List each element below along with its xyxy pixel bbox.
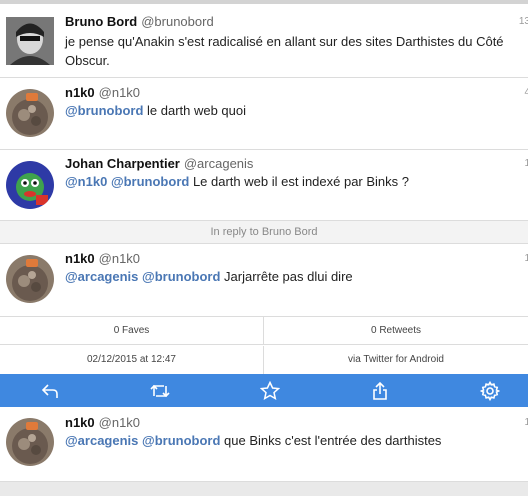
author-name[interactable]: n1k0: [65, 85, 95, 100]
avatar[interactable]: [6, 255, 54, 303]
star-icon[interactable]: [250, 374, 290, 407]
tweet-time: 1: [524, 417, 528, 428]
tweet-text: que Binks c'est l'entrée des darthistes: [220, 433, 442, 448]
avatar[interactable]: [6, 418, 54, 466]
mention-link[interactable]: @arcagenis: [65, 269, 138, 284]
tweet-source: via Twitter for Android: [348, 354, 444, 365]
tweet-item[interactable]: n1k0 @n1k0 1 @arcagenis @brunobord que Bi…: [0, 407, 528, 482]
author-handle[interactable]: @brunobord: [141, 14, 213, 29]
author-name[interactable]: Johan Charpentier: [65, 156, 180, 171]
tweet-text: Le darth web il est indexé par Binks ?: [189, 174, 410, 189]
mention-link[interactable]: @brunobord: [65, 103, 143, 118]
mention-link[interactable]: @brunobord: [142, 433, 220, 448]
tweet-details: 0 Faves 0 Retweets 02/12/2015 at 12:47 v…: [0, 316, 528, 375]
mention-link[interactable]: @brunobord: [142, 269, 220, 284]
avatar[interactable]: [6, 17, 54, 65]
mention-link[interactable]: @n1k0: [65, 174, 107, 189]
tweet-time: 1: [524, 158, 528, 169]
settings-icon[interactable]: [470, 374, 510, 407]
reply-context[interactable]: In reply to Bruno Bord: [0, 220, 528, 244]
tweet-text: le darth web quoi: [143, 103, 247, 118]
tweet-time: 1: [524, 253, 528, 264]
tweet-text: Jarjarrête pas dlui dire: [220, 269, 353, 284]
retweets-count[interactable]: 0 Retweets: [264, 317, 528, 345]
mention-link[interactable]: @brunobord: [111, 174, 189, 189]
avatar[interactable]: [6, 89, 54, 137]
author-name[interactable]: n1k0: [65, 415, 95, 430]
tweet-item[interactable]: n1k0 @n1k0 4 @brunobord le darth web quoi: [0, 78, 528, 150]
tweet-item-focused[interactable]: n1k0 @n1k0 1 @arcagenis @brunobord Jarjar…: [0, 244, 528, 316]
faves-count[interactable]: 0 Faves: [0, 317, 264, 345]
author-name[interactable]: Bruno Bord: [65, 14, 137, 29]
author-handle[interactable]: @arcagenis: [184, 156, 254, 171]
share-icon[interactable]: [360, 374, 400, 407]
avatar[interactable]: [6, 161, 54, 209]
tweet-time: 4: [524, 87, 528, 98]
tweet-date: 02/12/2015 at 12:47: [0, 346, 264, 374]
reply-icon[interactable]: [30, 374, 70, 407]
retweet-icon[interactable]: [140, 374, 180, 407]
tweet-action-bar: [0, 374, 528, 407]
tweet-item[interactable]: Johan Charpentier @arcagenis 1 @n1k0 @bru…: [0, 150, 528, 220]
tweet-text: je pense qu'Anakin s'est radicalisé en a…: [65, 34, 504, 68]
tweet-time: 13: [518, 16, 528, 27]
mention-link[interactable]: @arcagenis: [65, 433, 138, 448]
tweet-item[interactable]: Bruno Bord @brunobord 13 je pense qu'Anak…: [0, 4, 528, 78]
author-handle[interactable]: @n1k0: [99, 85, 140, 100]
author-handle[interactable]: @n1k0: [99, 251, 140, 266]
author-handle[interactable]: @n1k0: [99, 415, 140, 430]
author-name[interactable]: n1k0: [65, 251, 95, 266]
